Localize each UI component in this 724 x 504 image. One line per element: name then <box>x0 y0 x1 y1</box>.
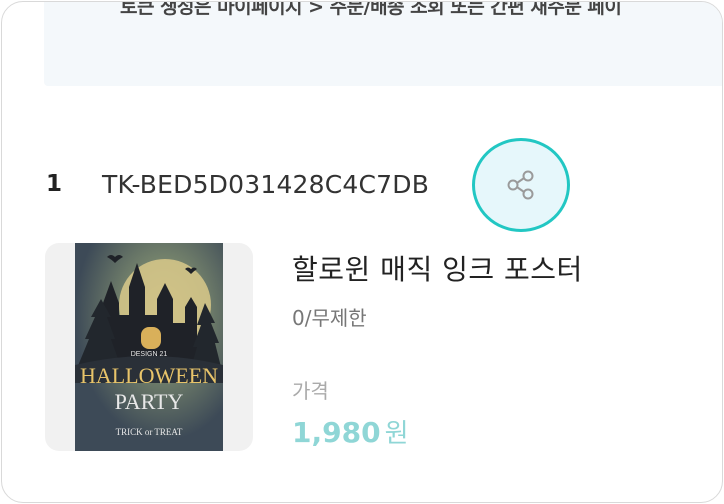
price-value: 1,980 <box>292 416 381 449</box>
token-row: 1 TK-BED5D031428C4C7DB <box>46 162 429 206</box>
price-label: 가격 <box>292 379 329 403</box>
halloween-poster-image: DESIGN 21 HALLOWEEN PARTY TRICK or TREAT <box>75 243 223 451</box>
poster-tagline: TRICK or TREAT <box>116 427 183 437</box>
stock-count: 0/무제한 <box>292 306 367 330</box>
token-code[interactable]: TK-BED5D031428C4C7DB <box>102 170 429 199</box>
price-unit: 원 <box>384 419 409 449</box>
poster-subtitle: PARTY <box>115 389 184 414</box>
token-card: 토큰 생성은 마이페이지 > 주문/배송 조회 또는 간편 재주문 페이 1 T… <box>1 1 723 503</box>
token-index: 1 <box>46 171 63 197</box>
notice-text: 토큰 생성은 마이페이지 > 주문/배송 조회 또는 간편 재주문 페이 <box>120 1 622 18</box>
share-button[interactable] <box>472 138 570 232</box>
product-name[interactable]: 할로윈 매직 잉크 포스터 <box>292 248 583 288</box>
product-thumbnail[interactable]: DESIGN 21 HALLOWEEN PARTY TRICK or TREAT <box>45 243 253 451</box>
share-icon <box>507 170 534 200</box>
poster-header: DESIGN 21 <box>131 351 168 358</box>
poster-title: HALLOWEEN <box>80 363 218 388</box>
price: 1,980 원 <box>292 413 409 450</box>
notice-banner: 토큰 생성은 마이페이지 > 주문/배송 조회 또는 간편 재주문 페이 <box>44 1 722 86</box>
